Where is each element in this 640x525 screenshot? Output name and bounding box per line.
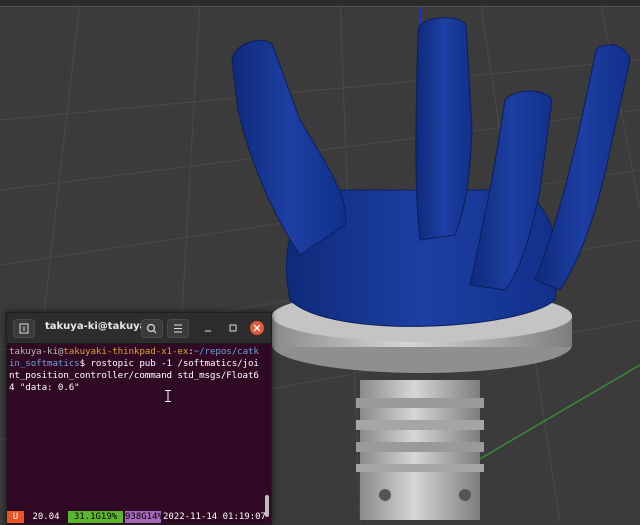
search-icon[interactable] (141, 319, 163, 338)
command-line4: 4 "data: 0.6" (9, 382, 80, 393)
prompt-path-line2: in_softmatics (9, 358, 80, 369)
new-tab-icon[interactable] (13, 319, 35, 338)
status-cpu: 31.1G19% (68, 511, 123, 523)
maximize-icon[interactable] (226, 321, 240, 335)
command-line3: nt_position_controller/command std_msgs/… (9, 370, 259, 381)
status-datetime: 2022-11-14 01:19:07 (163, 512, 266, 522)
gripper-fingers (231, 17, 631, 327)
terminal-titlebar[interactable]: takuya-ki@takuya... (7, 313, 271, 344)
terminal-output[interactable]: takuya-ki@takuyaki-thinkpad-x1-ex:~/repo… (9, 346, 267, 394)
prompt-path-line1: ~/repos/catk (193, 346, 259, 357)
close-icon[interactable] (250, 321, 264, 335)
minimize-icon[interactable] (201, 321, 215, 335)
status-version: 20.04 (32, 512, 60, 522)
prompt-host: takuyaki-thinkpad-x1-ex (63, 346, 189, 357)
top-window-edge (0, 0, 640, 7)
status-mem: 938G14% (125, 511, 163, 523)
prompt-user: takuya-ki (9, 346, 58, 357)
terminal-title: takuya-ki@takuya... (45, 321, 145, 332)
hamburger-menu-icon[interactable] (167, 319, 189, 338)
command-line2: rostopic pub -1 /softmatics/joi (90, 358, 259, 369)
terminal-window[interactable]: takuya-ki@takuya... takuy (6, 312, 272, 525)
prompt-dollar: $ (79, 358, 91, 369)
y-axis (477, 364, 640, 461)
tmux-status-bar: U 20.04 31.1G19% 938G14% 2022-11-14 01:1… (7, 511, 271, 523)
status-os: U (7, 511, 24, 523)
text-cursor-icon (165, 390, 171, 402)
